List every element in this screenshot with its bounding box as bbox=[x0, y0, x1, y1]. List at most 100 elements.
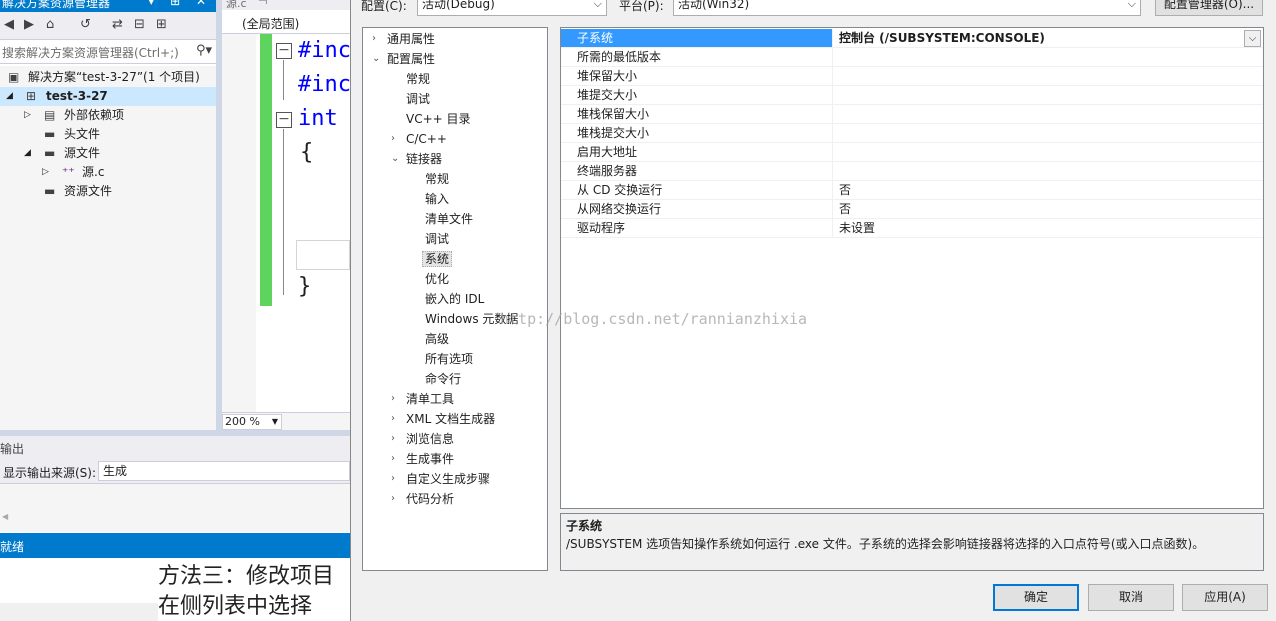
collapse-outline-icon[interactable]: − bbox=[276, 112, 292, 128]
property-row[interactable]: 堆保留大小 bbox=[561, 67, 1263, 86]
chevron-right-icon[interactable]: › bbox=[391, 409, 395, 429]
category-item[interactable]: › XML 文档生成器 bbox=[391, 409, 495, 429]
category-item[interactable]: 常规 bbox=[425, 169, 449, 189]
property-row[interactable]: 所需的最低版本 bbox=[561, 48, 1263, 67]
property-value[interactable] bbox=[837, 162, 1247, 180]
property-row[interactable]: 驱动程序 未设置 bbox=[561, 219, 1263, 238]
property-value[interactable]: 否 bbox=[837, 181, 1247, 199]
category-item[interactable]: › 通用属性 bbox=[372, 29, 435, 49]
home-icon[interactable]: ⌂ bbox=[46, 17, 54, 32]
category-item[interactable]: › 清单工具 bbox=[391, 389, 454, 409]
tree-item[interactable]: ▬ 资源文件 bbox=[0, 182, 216, 201]
category-item[interactable]: 常规 bbox=[406, 69, 430, 89]
category-item[interactable]: 优化 bbox=[425, 269, 449, 289]
chevron-right-icon[interactable]: › bbox=[391, 449, 395, 469]
category-item[interactable]: VC++ 目录 bbox=[406, 109, 471, 129]
category-item[interactable]: 嵌入的 IDL bbox=[425, 289, 484, 309]
back-icon[interactable]: ◀ bbox=[4, 17, 14, 32]
code-line-include-1[interactable]: #inc bbox=[298, 38, 351, 63]
search-input[interactable]: 搜索解决方案资源管理器(Ctrl+;) bbox=[2, 44, 179, 61]
history-icon[interactable]: ↺ bbox=[80, 17, 91, 32]
titlebar-buttons[interactable]: ▾ ⊞ ✕ bbox=[148, 0, 212, 8]
category-item[interactable]: 清单文件 bbox=[425, 209, 473, 229]
collapse-icon[interactable]: ⊟ bbox=[134, 17, 145, 32]
solution-search-box[interactable]: 搜索解决方案资源管理器(Ctrl+;) ⚲▾ bbox=[0, 40, 216, 64]
forward-icon[interactable]: ▶ bbox=[24, 17, 34, 32]
chevron-down-icon[interactable]: ⌄ bbox=[372, 49, 380, 69]
property-row[interactable]: 堆栈保留大小 bbox=[561, 105, 1263, 124]
chevron-right-icon[interactable]: › bbox=[391, 389, 395, 409]
chevron-down-icon[interactable]: ⌵ bbox=[1244, 30, 1261, 47]
property-row[interactable]: 启用大地址 bbox=[561, 143, 1263, 162]
category-item[interactable]: 系统 bbox=[422, 249, 453, 269]
category-item[interactable]: 调试 bbox=[406, 89, 430, 109]
category-item[interactable]: 所有选项 bbox=[425, 349, 473, 369]
properties-icon[interactable]: ⊞ bbox=[156, 17, 167, 32]
category-item[interactable]: 输入 bbox=[425, 189, 449, 209]
collapse-icon[interactable]: ◢ bbox=[6, 87, 13, 106]
pin-icon[interactable]: ⊣ bbox=[258, 0, 268, 7]
editor-tab[interactable]: 源.c ⊣ bbox=[222, 0, 350, 10]
tree-item[interactable]: ▬ 头文件 bbox=[0, 125, 216, 144]
property-row[interactable]: 终端服务器 bbox=[561, 162, 1263, 181]
category-item[interactable]: 高级 bbox=[425, 329, 449, 349]
property-value[interactable]: 控制台 (/SUBSYSTEM:CONSOLE) bbox=[837, 29, 1247, 47]
collapse-outline-icon[interactable]: − bbox=[276, 43, 292, 59]
category-item[interactable]: 调试 bbox=[425, 229, 449, 249]
category-item[interactable]: › 代码分析 bbox=[391, 489, 454, 509]
config-select[interactable]: 活动(Debug) ⌵ bbox=[417, 0, 607, 16]
tree-item[interactable]: ◢ ▬ 源文件 bbox=[0, 144, 216, 163]
property-row[interactable]: 堆栈提交大小 bbox=[561, 124, 1263, 143]
category-item[interactable]: ⌄ 链接器 bbox=[391, 149, 442, 169]
property-value[interactable]: 未设置 bbox=[837, 219, 1247, 237]
category-item[interactable]: 命令行 bbox=[425, 369, 461, 389]
tree-item[interactable]: ▷ ▤ 外部依赖项 bbox=[0, 106, 216, 125]
chevron-right-icon[interactable]: › bbox=[391, 489, 395, 509]
chevron-down-icon[interactable]: ⌄ bbox=[391, 149, 399, 169]
property-value[interactable] bbox=[837, 143, 1247, 161]
output-source-select[interactable]: 生成 bbox=[98, 461, 350, 481]
property-value[interactable]: 否 bbox=[837, 200, 1247, 218]
expand-icon[interactable]: ▷ bbox=[42, 163, 49, 182]
tree-item[interactable]: ▣ 解决方案“test-3-27”(1 个项目) bbox=[0, 68, 216, 87]
ok-button[interactable]: 确定 bbox=[993, 584, 1079, 611]
scope-dropdown[interactable]: (全局范围) bbox=[222, 10, 350, 34]
category-item[interactable]: ⌄ 配置属性 bbox=[372, 49, 435, 69]
category-item[interactable]: › C/C++ bbox=[391, 129, 447, 149]
property-value[interactable] bbox=[837, 124, 1247, 142]
property-row[interactable]: 堆提交大小 bbox=[561, 86, 1263, 105]
property-value[interactable] bbox=[837, 105, 1247, 123]
code-line-include-2[interactable]: #inc bbox=[298, 72, 351, 97]
property-row[interactable]: 从网络交换运行否 bbox=[561, 200, 1263, 219]
chevron-right-icon[interactable]: › bbox=[391, 469, 395, 489]
cancel-button[interactable]: 取消 bbox=[1088, 584, 1174, 611]
chevron-down-icon[interactable]: ▼ bbox=[272, 415, 278, 429]
chevron-right-icon[interactable]: › bbox=[391, 129, 395, 149]
tree-item[interactable]: ◢ ⊞ test-3-27 bbox=[0, 87, 216, 106]
output-pane[interactable]: ◀ bbox=[0, 484, 350, 532]
property-value[interactable] bbox=[837, 48, 1247, 66]
search-icon[interactable]: ⚲▾ bbox=[196, 43, 212, 58]
chevron-down-icon[interactable]: ⌵ bbox=[1128, 0, 1136, 13]
category-item[interactable]: › 生成事件 bbox=[391, 449, 454, 469]
tree-item[interactable]: ▷ ⁺⁺ 源.c bbox=[0, 163, 216, 182]
expand-icon[interactable]: ▷ bbox=[24, 106, 31, 125]
property-row[interactable]: 从 CD 交换运行否 bbox=[561, 181, 1263, 200]
collapse-icon[interactable]: ◢ bbox=[24, 144, 31, 163]
code-line-main[interactable]: int bbox=[298, 106, 338, 131]
sync-icon[interactable]: ⇄ bbox=[112, 17, 123, 32]
property-value[interactable] bbox=[837, 67, 1247, 85]
zoom-dropdown[interactable]: 200 % ▼ bbox=[222, 414, 282, 430]
config-manager-button[interactable]: 配置管理器(O)... bbox=[1155, 0, 1263, 16]
chevron-right-icon[interactable]: › bbox=[391, 429, 395, 449]
chevron-right-icon[interactable]: › bbox=[372, 29, 376, 49]
property-value[interactable] bbox=[837, 86, 1247, 104]
category-item[interactable]: › 自定义生成步骤 bbox=[391, 469, 490, 489]
category-item[interactable]: › 浏览信息 bbox=[391, 429, 454, 449]
tab-label[interactable]: 源.c bbox=[226, 0, 247, 10]
platform-select[interactable]: 活动(Win32) ⌵ bbox=[673, 0, 1141, 16]
apply-button[interactable]: 应用(A) bbox=[1182, 584, 1268, 611]
chevron-down-icon[interactable]: ⌵ bbox=[594, 0, 602, 13]
property-row[interactable]: 子系统 控制台 (/SUBSYSTEM:CONSOLE) ⌵ bbox=[561, 29, 1263, 48]
scroll-left-icon[interactable]: ◀ bbox=[2, 512, 8, 521]
